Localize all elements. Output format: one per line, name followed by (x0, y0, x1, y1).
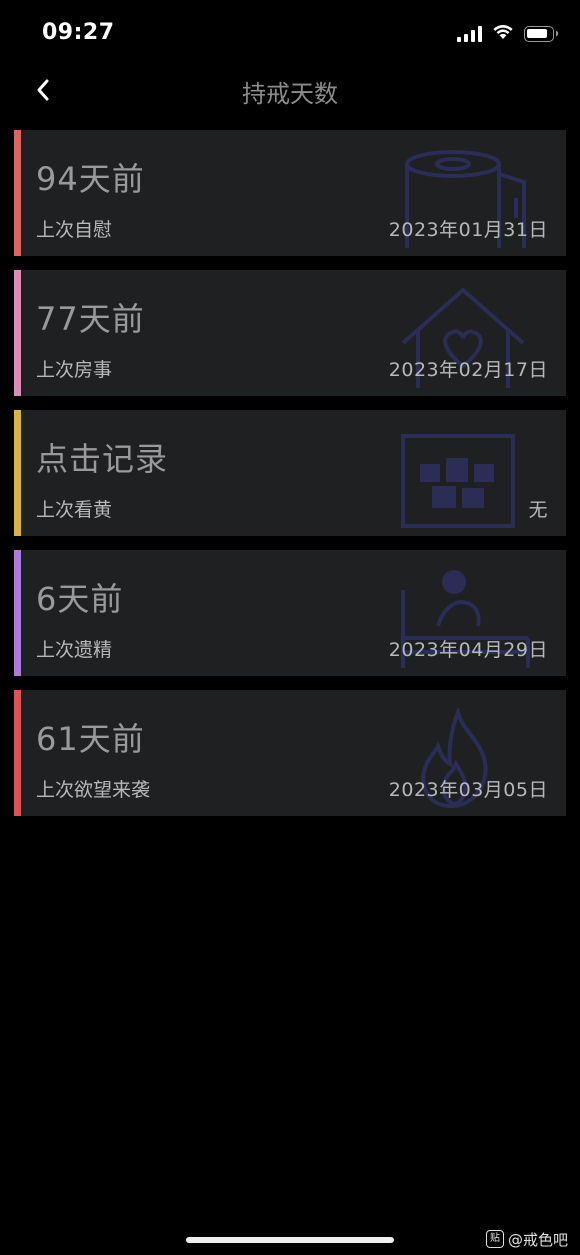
status-time: 09:27 (42, 20, 115, 45)
card-desire-attack[interactable]: 61天前 上次欲望来袭 2023年03月05日 (14, 690, 566, 816)
card-label: 上次看黄 (36, 499, 113, 521)
record-date: 2023年03月05日 (388, 779, 548, 801)
card-label: 上次自慰 (36, 219, 113, 241)
record-date: 2023年04月29日 (388, 639, 548, 661)
card-accent (14, 410, 21, 536)
days-value: 6天前 (36, 580, 124, 618)
record-prompt: 点击记录 (36, 440, 169, 478)
watermark: 贴 @戒色吧 (485, 1228, 568, 1250)
card-accent (14, 690, 21, 816)
card-masturbation[interactable]: 94天前 上次自慰 2023年01月31日 (14, 130, 566, 256)
card-label: 上次房事 (36, 359, 113, 381)
home-indicator[interactable] (186, 1237, 394, 1243)
tieba-logo-icon: 贴 (485, 1230, 504, 1248)
battery-icon (524, 26, 558, 42)
days-value: 77天前 (36, 300, 145, 338)
watermark-text: @戒色吧 (507, 1230, 568, 1249)
status-icons (457, 24, 558, 44)
card-nocturnal-emission[interactable]: 6天前 上次遗精 2023年04月29日 (14, 550, 566, 676)
card-accent (14, 270, 21, 396)
page-title: 持戒天数 (242, 80, 338, 108)
card-label: 上次遗精 (36, 639, 113, 661)
card-intercourse[interactable]: 77天前 上次房事 2023年02月17日 (14, 270, 566, 396)
status-bar: 09:27 (0, 0, 580, 66)
nav-bar: 持戒天数 (0, 66, 580, 114)
card-accent (14, 130, 21, 256)
days-value: 61天前 (36, 720, 145, 758)
card-accent (14, 550, 21, 676)
card-label: 上次欲望来袭 (36, 779, 151, 801)
card-list: 94天前 上次自慰 2023年01月31日 77天前 上次房事 2023年02月… (14, 130, 566, 830)
record-date: 2023年01月31日 (388, 219, 548, 241)
censored-18-icon (401, 434, 515, 528)
days-value: 94天前 (36, 160, 145, 198)
record-date: 无 (528, 499, 548, 521)
card-porn[interactable]: 点击记录 上次看黄 无 (14, 410, 566, 536)
wifi-icon (492, 24, 514, 44)
signal-icon (457, 26, 482, 42)
record-date: 2023年02月17日 (388, 359, 548, 381)
